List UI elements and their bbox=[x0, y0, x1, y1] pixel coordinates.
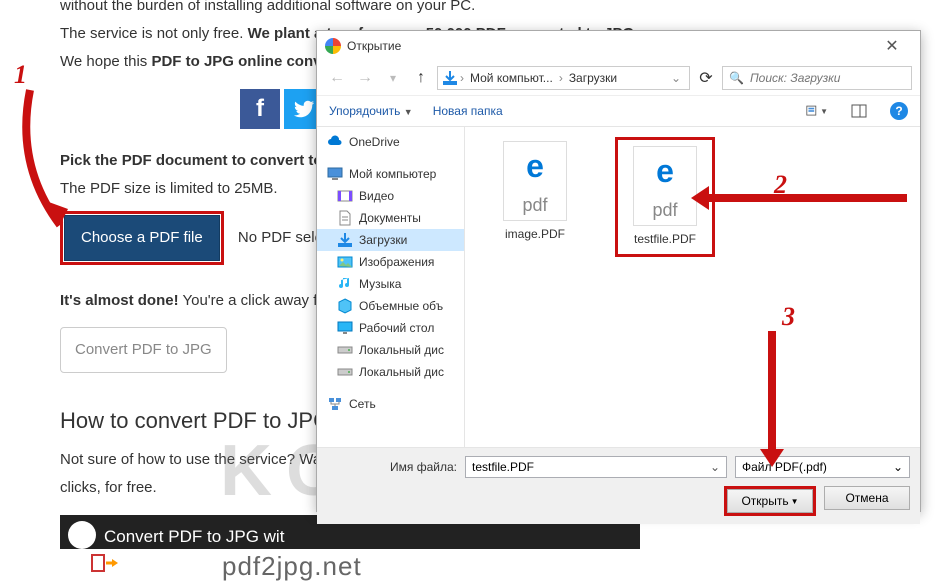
tree-downloads[interactable]: Загрузки bbox=[317, 229, 464, 251]
computer-icon bbox=[327, 166, 343, 182]
edge-icon: e bbox=[656, 153, 674, 190]
file-thumbnail: epdf bbox=[503, 141, 567, 221]
search-input[interactable] bbox=[750, 71, 907, 85]
refresh-button[interactable]: ⟳ bbox=[694, 66, 718, 90]
desktop-icon bbox=[337, 320, 353, 336]
choose-pdf-button[interactable]: Choose a PDF file bbox=[64, 215, 220, 261]
pdf-thumb-icon bbox=[90, 551, 122, 583]
tree-music[interactable]: Музыка bbox=[317, 273, 464, 295]
path-segment[interactable]: Загрузки bbox=[565, 71, 621, 85]
address-bar: ← → ▾ ↑ › Мой компьют... › Загрузки ⌄ ⟳ … bbox=[317, 61, 920, 95]
file-open-dialog: Открытие ✕ ← → ▾ ↑ › Мой компьют... › За… bbox=[316, 30, 921, 512]
chevron-right-icon: › bbox=[559, 71, 563, 85]
chevron-right-icon: › bbox=[460, 71, 464, 85]
drive-icon bbox=[337, 342, 353, 358]
edge-icon: e bbox=[526, 148, 544, 185]
filename-field[interactable]: testfile.PDF⌄ bbox=[465, 456, 727, 478]
video-icon bbox=[337, 188, 353, 204]
open-button[interactable]: Открыть ▼ bbox=[727, 489, 813, 513]
chrome-icon bbox=[325, 38, 341, 54]
video-logo-text: pdf2jpg.net bbox=[222, 546, 362, 588]
tree-video[interactable]: Видео bbox=[317, 185, 464, 207]
view-mode-button[interactable]: ▼ bbox=[806, 100, 828, 122]
chevron-down-icon[interactable]: ⌄ bbox=[710, 460, 720, 474]
path-breadcrumb[interactable]: › Мой компьют... › Загрузки ⌄ bbox=[437, 66, 690, 90]
downloads-icon bbox=[337, 232, 353, 248]
annotation-highlight-1: Choose a PDF file bbox=[60, 211, 224, 265]
file-item-selected[interactable]: epdf testfile.PDF bbox=[615, 137, 715, 257]
tree-onedrive[interactable]: OneDrive bbox=[317, 131, 464, 153]
annotation-1: 1 bbox=[14, 60, 27, 90]
dialog-title: Открытие bbox=[347, 39, 872, 53]
images-icon bbox=[337, 254, 353, 270]
dialog-footer: Имя файла: testfile.PDF⌄ Файл PDF(.pdf)⌄… bbox=[317, 447, 920, 524]
cube-icon bbox=[337, 298, 353, 314]
search-field[interactable]: 🔍 bbox=[722, 66, 912, 90]
cancel-button[interactable]: Отмена bbox=[824, 486, 910, 510]
music-icon bbox=[337, 276, 353, 292]
document-icon bbox=[337, 210, 353, 226]
file-item[interactable]: epdf image.PDF bbox=[485, 137, 585, 245]
video-embed[interactable]: Convert PDF to JPG wit pdf2jpg.net bbox=[60, 515, 640, 585]
new-folder-button[interactable]: Новая папка bbox=[433, 104, 503, 118]
path-segment[interactable]: Мой компьют... bbox=[466, 71, 557, 85]
tree-mycomputer[interactable]: Мой компьютер bbox=[317, 163, 464, 185]
organize-menu[interactable]: Упорядочить ▼ bbox=[329, 104, 413, 118]
facebook-button[interactable]: f bbox=[240, 89, 280, 129]
preview-pane-button[interactable] bbox=[848, 100, 870, 122]
nav-forward-button[interactable]: → bbox=[353, 66, 377, 90]
video-channel-icon bbox=[68, 521, 96, 549]
nav-up-button[interactable]: ↑ bbox=[409, 66, 433, 90]
file-name: image.PDF bbox=[489, 227, 581, 241]
chevron-down-icon[interactable]: ⌄ bbox=[671, 71, 681, 85]
nav-back-button[interactable]: ← bbox=[325, 66, 349, 90]
dialog-toolbar: Упорядочить ▼ Новая папка ▼ ? bbox=[317, 95, 920, 127]
folder-tree: OneDrive Мой компьютер Видео Документы З… bbox=[317, 127, 465, 447]
tree-documents[interactable]: Документы bbox=[317, 207, 464, 229]
file-name: testfile.PDF bbox=[626, 232, 704, 246]
tree-network[interactable]: Сеть bbox=[317, 393, 464, 415]
dialog-titlebar: Открытие ✕ bbox=[317, 31, 920, 61]
downloads-icon bbox=[442, 70, 458, 86]
tree-desktop[interactable]: Рабочий стол bbox=[317, 317, 464, 339]
file-thumbnail: epdf bbox=[633, 146, 697, 226]
tree-localdisk-2[interactable]: Локальный дис bbox=[317, 361, 464, 383]
annotation-highlight-3: Открыть ▼ bbox=[724, 486, 816, 516]
filetype-field[interactable]: Файл PDF(.pdf)⌄ bbox=[735, 456, 910, 478]
help-button[interactable]: ? bbox=[890, 102, 908, 120]
close-button[interactable]: ✕ bbox=[872, 32, 912, 60]
convert-button[interactable]: Convert PDF to JPG bbox=[60, 327, 227, 373]
cloud-icon bbox=[327, 134, 343, 150]
filename-label: Имя файла: bbox=[327, 460, 457, 474]
text-line: without the burden of installing additio… bbox=[60, 0, 930, 18]
network-icon bbox=[327, 396, 343, 412]
search-icon: 🔍 bbox=[729, 71, 744, 85]
chevron-down-icon[interactable]: ⌄ bbox=[893, 460, 903, 474]
tree-localdisk-1[interactable]: Локальный дис bbox=[317, 339, 464, 361]
nav-recent-button[interactable]: ▾ bbox=[381, 66, 405, 90]
tree-images[interactable]: Изображения bbox=[317, 251, 464, 273]
tree-3dobjects[interactable]: Объемные объ bbox=[317, 295, 464, 317]
file-list: epdf image.PDF epdf testfile.PDF bbox=[465, 127, 920, 447]
drive-icon bbox=[337, 364, 353, 380]
